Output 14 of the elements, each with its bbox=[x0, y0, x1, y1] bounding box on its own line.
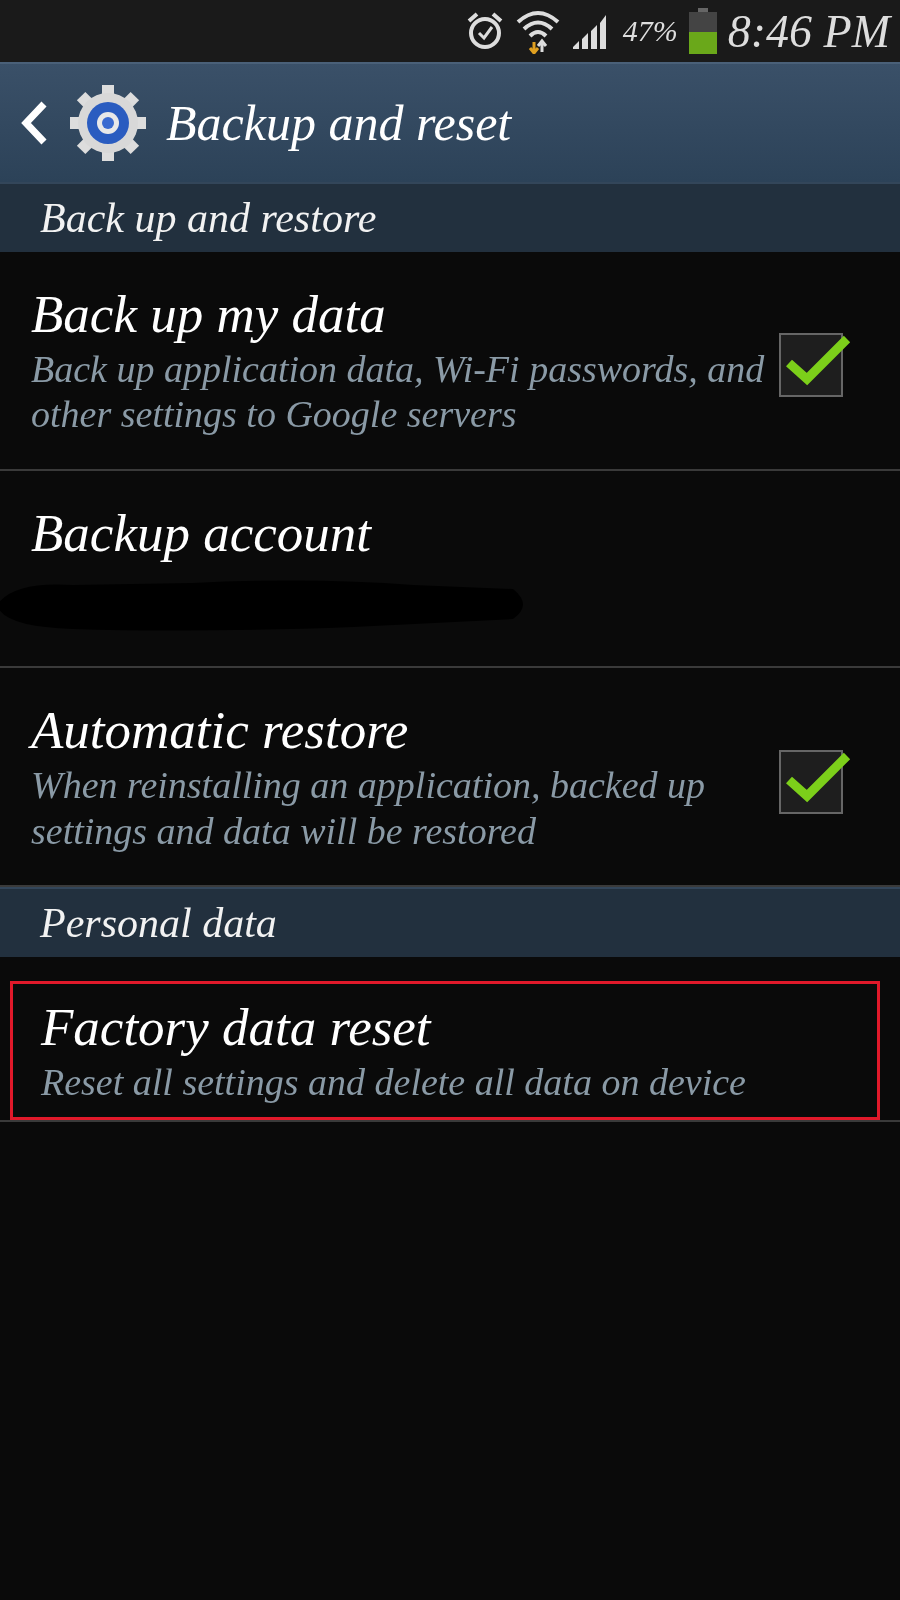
screen-title: Backup and reset bbox=[166, 94, 512, 152]
battery-percent: 47% bbox=[622, 14, 678, 48]
item-title: Backup account bbox=[31, 502, 373, 564]
item-summary: Reset all settings and delete all data on device bbox=[41, 1059, 747, 1105]
item-summary: When reinstalling an application, backed up settings and data will be restored bbox=[31, 762, 707, 854]
clock: 8:46 PM bbox=[727, 4, 890, 58]
gear-icon bbox=[68, 83, 148, 163]
section-title: Personal data bbox=[40, 899, 277, 948]
item-title: Factory data reset bbox=[41, 997, 433, 1059]
item-summary: Back up application data, Wi-Fi passwords, and other settings to Google servers bbox=[31, 346, 766, 438]
battery-icon bbox=[687, 8, 718, 54]
section-title: Back up and restore bbox=[40, 194, 377, 242]
wifi-icon bbox=[514, 8, 561, 54]
item-title: Back up my data bbox=[31, 284, 387, 345]
